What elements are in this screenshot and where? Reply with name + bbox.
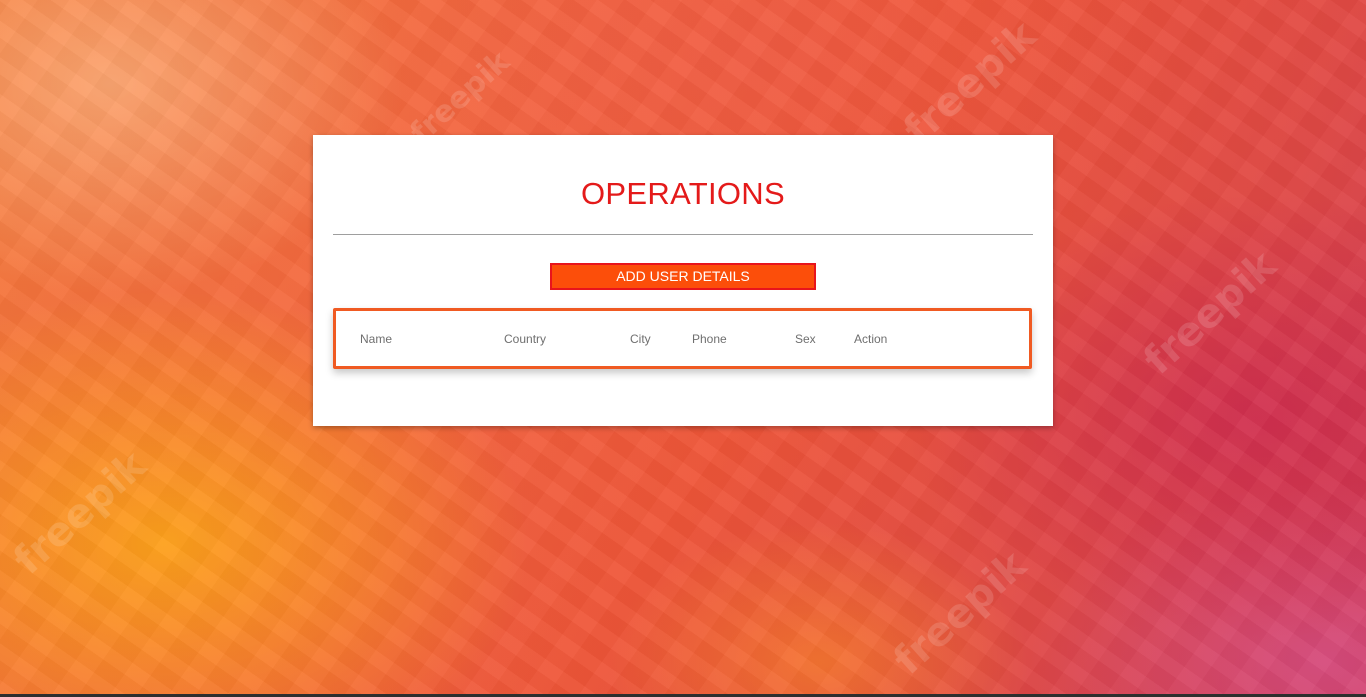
- column-header-phone[interactable]: Phone: [692, 331, 727, 347]
- column-header-sex[interactable]: Sex: [795, 331, 816, 347]
- column-header-action[interactable]: Action: [854, 331, 887, 347]
- title-divider: [333, 234, 1033, 235]
- column-header-country[interactable]: Country: [504, 331, 546, 347]
- operations-card: OPERATIONS ADD USER DETAILS Name Country…: [313, 135, 1053, 426]
- add-user-details-button[interactable]: ADD USER DETAILS: [550, 263, 816, 290]
- watermark: freepik: [895, 12, 1046, 154]
- user-table: Name Country City Phone Sex Action: [333, 308, 1032, 369]
- page-title: OPERATIONS: [581, 176, 785, 211]
- watermark: freepik: [5, 442, 156, 584]
- column-header-name[interactable]: Name: [360, 331, 392, 347]
- watermark: freepik: [1135, 242, 1286, 384]
- column-header-city[interactable]: City: [630, 331, 651, 347]
- watermark: freepik: [885, 542, 1036, 684]
